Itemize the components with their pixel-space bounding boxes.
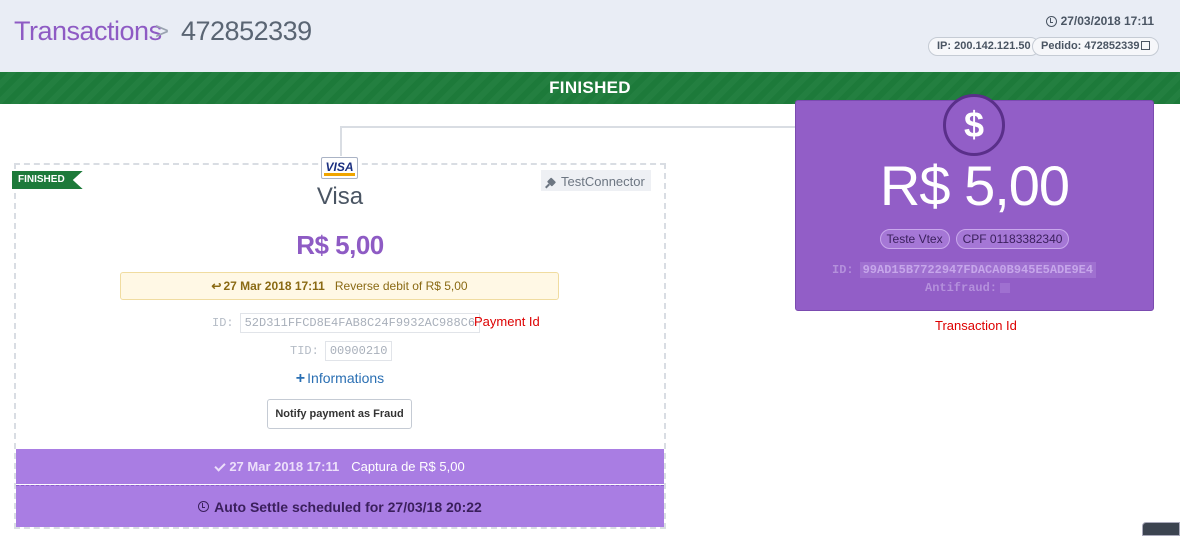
reverse-text: Reverse debit of R$ 5,00 bbox=[334, 279, 468, 293]
antifraud-value bbox=[1000, 282, 1011, 293]
capture-event: 27 Mar 2018 17:11 Captura de R$ 5,00 bbox=[16, 449, 664, 484]
transaction-amount: R$ 5,00 bbox=[879, 154, 1070, 217]
external-link-icon bbox=[1141, 41, 1151, 50]
order-link[interactable]: Pedido: 472852339 bbox=[1032, 37, 1160, 56]
ip-badge: IP: 200.142.121.50 bbox=[928, 37, 1040, 56]
notify-fraud-button[interactable]: Notify payment as Fraud bbox=[267, 399, 412, 429]
page-title: 472852339 bbox=[181, 16, 312, 46]
connector-line bbox=[340, 126, 796, 128]
transaction-id-annotation: Transaction Id bbox=[935, 318, 1017, 333]
transaction-id-row: ID: 99AD15B7722947FDACA0B945E5ADE9E4 bbox=[832, 262, 1097, 278]
transaction-id-label: ID: bbox=[832, 263, 854, 277]
breadcrumb-separator-icon: > bbox=[155, 18, 170, 45]
tid-row: TID: 00900210 bbox=[290, 341, 393, 361]
check-icon bbox=[214, 460, 226, 472]
payment-amount: R$ 5,00 bbox=[296, 230, 384, 260]
clock-icon bbox=[1045, 15, 1057, 27]
order-link-text: Pedido: 472852339 bbox=[1041, 40, 1140, 52]
transaction-tags: Teste Vtex CPF 01183382340 bbox=[795, 229, 1154, 249]
chat-widget[interactable] bbox=[1142, 522, 1180, 536]
store-tag: Teste Vtex bbox=[879, 229, 950, 249]
reverse-date-text: 27 Mar 2018 17:11 bbox=[223, 279, 325, 293]
informations-link[interactable]: + Informations bbox=[240, 370, 440, 388]
connector-tag: TestConnector bbox=[541, 170, 651, 191]
capture-text: Captura de R$ 5,00 bbox=[351, 459, 465, 474]
payment-id-annotation: Payment Id bbox=[474, 314, 540, 329]
payment-method-name: Visa bbox=[316, 183, 364, 210]
plus-icon: + bbox=[295, 370, 306, 387]
capture-date-text: 27 Mar 2018 17:11 bbox=[229, 459, 340, 474]
transaction-id-value: 99AD15B7722947FDACA0B945E5ADE9E4 bbox=[859, 262, 1097, 278]
payment-status-ribbon: FINISHED bbox=[12, 171, 83, 189]
payment-id-row: ID: 52D311FFCD8E4FAB8C24F9932AC988C6 bbox=[212, 313, 481, 333]
connector-line-vertical bbox=[340, 126, 342, 156]
reverse-date: ↩ 27 Mar 2018 17:11 bbox=[211, 279, 324, 293]
antifraud-row: Antifraud: bbox=[925, 281, 1011, 295]
payment-id-label: ID: bbox=[212, 316, 234, 330]
informations-link-label: Informations bbox=[307, 370, 385, 386]
dollar-icon: $ bbox=[943, 94, 1005, 156]
cpf-tag: CPF 01183382340 bbox=[955, 229, 1070, 249]
tid-value: 00900210 bbox=[324, 341, 393, 361]
reply-icon: ↩ bbox=[211, 279, 222, 293]
plug-icon bbox=[545, 176, 557, 188]
transaction-date: 27/03/2018 17:11 bbox=[1045, 14, 1154, 28]
breadcrumb-transactions-link[interactable]: Transactions bbox=[14, 16, 162, 47]
page-header: Transactions > 472852339 27/03/2018 17:1… bbox=[0, 0, 1180, 72]
visa-logo-icon: VISA bbox=[321, 157, 358, 179]
transaction-date-text: 27/03/2018 17:11 bbox=[1060, 14, 1154, 28]
antifraud-label: Antifraud: bbox=[925, 281, 998, 295]
connector-name: TestConnector bbox=[561, 174, 645, 189]
auto-settle-text: Auto Settle scheduled for 27/03/18 20:22 bbox=[214, 498, 482, 515]
reverse-debit-notice: ↩ 27 Mar 2018 17:11 Reverse debit of R$ 5… bbox=[120, 272, 559, 300]
clock-icon bbox=[198, 501, 210, 512]
tid-label: TID: bbox=[290, 344, 319, 358]
payment-id-value: 52D311FFCD8E4FAB8C24F9932AC988C6 bbox=[239, 313, 481, 333]
capture-date: 27 Mar 2018 17:11 bbox=[214, 459, 340, 474]
auto-settle-notice: Auto Settle scheduled for 27/03/18 20:22 bbox=[16, 485, 664, 527]
